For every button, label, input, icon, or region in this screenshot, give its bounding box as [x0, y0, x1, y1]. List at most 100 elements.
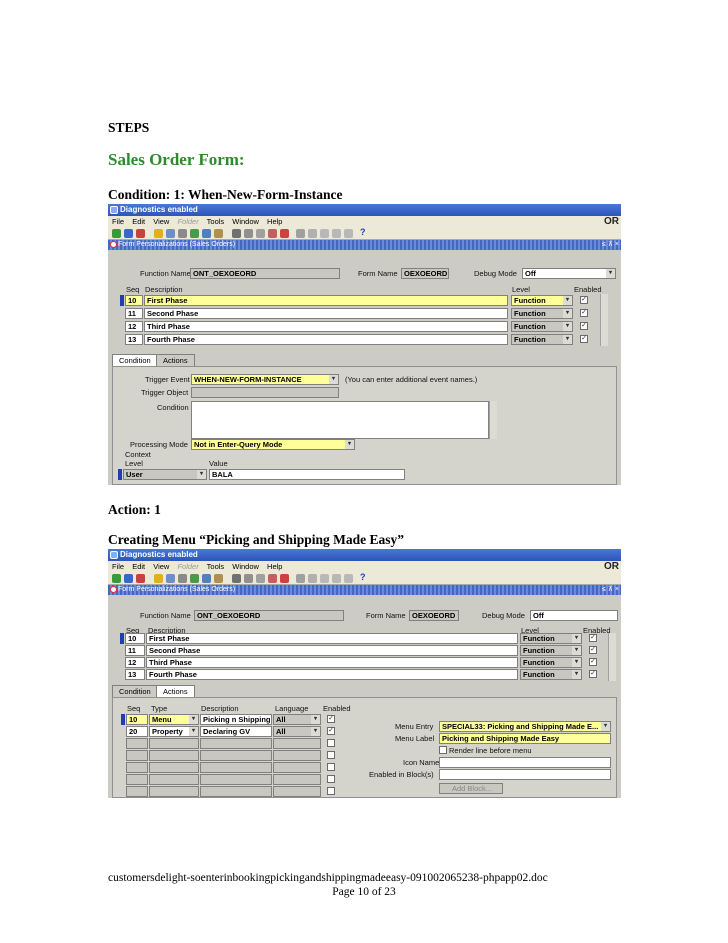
menu-file[interactable]: File	[112, 217, 124, 226]
translate-icon[interactable]	[320, 229, 329, 238]
action-seq[interactable]: 20	[126, 726, 148, 737]
open-icon[interactable]	[112, 229, 121, 238]
enabled-checkbox[interactable]: ✓	[580, 296, 588, 304]
window-controls-icon[interactable]: ≤ ⊼ ×	[602, 585, 619, 595]
navigator-icon[interactable]	[166, 229, 175, 238]
action-description[interactable]: Declaring GV	[200, 726, 272, 737]
find-icon[interactable]	[154, 229, 163, 238]
form-name-field[interactable]: OEXOEORD	[401, 268, 449, 279]
enabled-checkbox[interactable]: ✓	[580, 322, 588, 330]
row-description[interactable]: Second Phase	[146, 645, 518, 656]
context-value-field[interactable]: BALA	[209, 469, 405, 480]
render-line-checkbox[interactable]	[439, 746, 447, 754]
chevron-down-icon[interactable]: ▾	[563, 322, 572, 331]
delete-icon[interactable]	[280, 574, 289, 583]
chevron-down-icon[interactable]: ▾	[329, 375, 338, 384]
action-enabled-checkbox[interactable]: ✓	[327, 727, 335, 735]
action-language[interactable]: All ▾	[273, 726, 321, 737]
action-enabled-checkbox[interactable]	[327, 787, 335, 795]
menu-file[interactable]: File	[112, 562, 124, 571]
navigator-icon[interactable]	[166, 574, 175, 583]
rules-scrollbar[interactable]	[608, 633, 616, 681]
trigger-event-field[interactable]: WHEN-NEW-FORM-INSTANCE ▾	[191, 374, 339, 385]
chevron-down-icon[interactable]: ▾	[606, 269, 615, 278]
action-type[interactable]	[149, 786, 199, 797]
action-seq[interactable]: 10	[126, 714, 148, 725]
row-level[interactable]: Function ▾	[511, 334, 573, 345]
action-seq[interactable]	[126, 774, 148, 785]
menu-view[interactable]: View	[153, 217, 169, 226]
form-name-field[interactable]: OEXOEORD	[409, 610, 459, 621]
action-language[interactable]	[273, 750, 321, 761]
action-enabled-checkbox[interactable]	[327, 763, 335, 771]
tab-actions[interactable]: Actions	[156, 685, 195, 697]
action-language[interactable]	[273, 786, 321, 797]
chevron-down-icon[interactable]: ▾	[563, 296, 572, 305]
menu-label-field[interactable]: Picking and Shipping Made Easy	[439, 733, 611, 744]
row-description[interactable]: Fourth Phase	[146, 669, 518, 680]
row-level[interactable]: Function ▾	[520, 657, 582, 668]
chevron-down-icon[interactable]: ▾	[311, 727, 320, 736]
row-level[interactable]: Function ▾	[520, 669, 582, 680]
folder-tools-icon[interactable]	[344, 229, 353, 238]
trigger-object-field[interactable]	[191, 387, 339, 398]
save-icon[interactable]	[190, 574, 199, 583]
form-close-icon[interactable]	[110, 586, 117, 593]
chevron-down-icon[interactable]: ▾	[345, 440, 354, 449]
action-seq[interactable]	[126, 786, 148, 797]
enabled-checkbox[interactable]: ✓	[580, 335, 588, 343]
condition-textarea[interactable]	[191, 401, 489, 439]
print-icon[interactable]	[178, 229, 187, 238]
close-icon[interactable]	[136, 229, 145, 238]
tab-condition[interactable]: Condition	[112, 685, 158, 697]
row-seq[interactable]: 10	[125, 295, 143, 306]
open-icon[interactable]	[112, 574, 121, 583]
action-type[interactable]	[149, 738, 199, 749]
action-type[interactable]	[149, 762, 199, 773]
row-level[interactable]: Function ▾	[520, 645, 582, 656]
action-enabled-checkbox[interactable]: ✓	[327, 715, 335, 723]
menu-view[interactable]: View	[153, 562, 169, 571]
row-description[interactable]: Third Phase	[146, 657, 518, 668]
chevron-down-icon[interactable]: ▾	[572, 646, 581, 655]
add-block-button[interactable]: Add Block...	[439, 783, 503, 794]
action-description[interactable]	[200, 750, 272, 761]
form-close-icon[interactable]	[110, 241, 117, 248]
folder-icon[interactable]	[214, 574, 223, 583]
attach-icon[interactable]	[332, 229, 341, 238]
row-seq[interactable]: 13	[125, 669, 145, 680]
action-description[interactable]: Picking n Shipping M	[200, 714, 272, 725]
row-seq[interactable]: 10	[125, 633, 145, 644]
function-name-field[interactable]: ONT_OEXOEORD	[190, 268, 340, 279]
help-icon[interactable]: ?	[360, 572, 366, 582]
menu-edit[interactable]: Edit	[132, 562, 145, 571]
row-description[interactable]: First Phase	[146, 633, 518, 644]
window-controls-icon[interactable]: ≤ ⊼ ×	[602, 240, 619, 250]
action-type[interactable]: Menu ▾	[149, 714, 199, 725]
folder-icon[interactable]	[214, 229, 223, 238]
action-language[interactable]	[273, 738, 321, 749]
action-language[interactable]	[273, 762, 321, 773]
close-icon[interactable]	[136, 574, 145, 583]
action-language[interactable]: All ▾	[273, 714, 321, 725]
row-level[interactable]: Function ▾	[511, 308, 573, 319]
paste-icon[interactable]	[256, 574, 265, 583]
row-description[interactable]: Third Phase	[144, 321, 508, 332]
save-icon[interactable]	[190, 229, 199, 238]
chevron-down-icon[interactable]: ▾	[189, 727, 198, 736]
chevron-down-icon[interactable]: ▾	[572, 634, 581, 643]
menu-edit[interactable]: Edit	[132, 217, 145, 226]
next-icon[interactable]	[202, 229, 211, 238]
enabled-checkbox[interactable]: ✓	[589, 658, 597, 666]
print-icon[interactable]	[178, 574, 187, 583]
debug-mode-select[interactable]: Off ▾	[522, 268, 616, 279]
action-type[interactable]	[149, 774, 199, 785]
menu-folder[interactable]: Folder	[177, 217, 198, 226]
action-enabled-checkbox[interactable]	[327, 739, 335, 747]
zoom-icon[interactable]	[308, 574, 317, 583]
row-seq[interactable]: 12	[125, 321, 143, 332]
enabled-in-blocks-field[interactable]	[439, 769, 611, 780]
row-seq[interactable]: 13	[125, 334, 143, 345]
tab-actions[interactable]: Actions	[156, 354, 195, 366]
row-seq[interactable]: 11	[125, 645, 145, 656]
